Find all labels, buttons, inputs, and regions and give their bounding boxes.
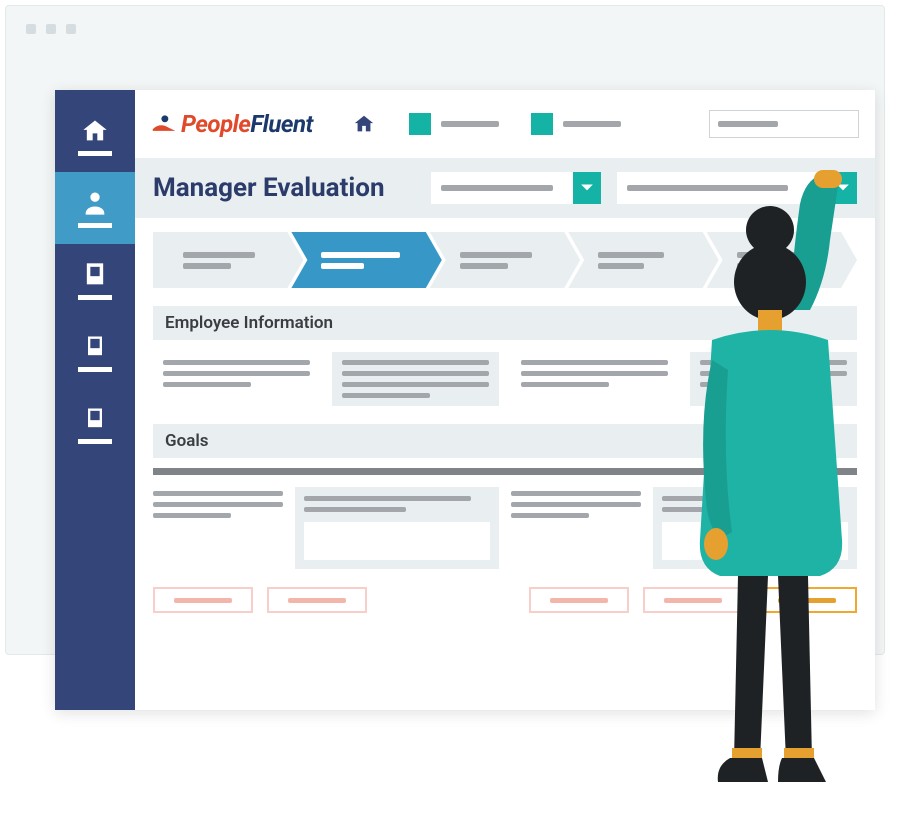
goal-card bbox=[295, 487, 499, 569]
square-icon bbox=[531, 113, 553, 135]
chevron-down-icon bbox=[829, 172, 857, 204]
sidebar-underline bbox=[78, 223, 112, 228]
placeholder-line bbox=[627, 185, 788, 191]
sidebar-item-home[interactable] bbox=[55, 100, 135, 172]
top-bar: PeopleFluent bbox=[135, 90, 875, 158]
sidebar-item-doc3[interactable] bbox=[55, 388, 135, 460]
page-title: Manager Evaluation bbox=[153, 173, 385, 203]
goal-card bbox=[653, 487, 857, 569]
sidebar-item-people[interactable] bbox=[55, 172, 135, 244]
sidebar-underline bbox=[78, 295, 112, 300]
logo-word-fluent: Fluent bbox=[250, 110, 312, 138]
main-panel: PeopleFluent Manager Evaluation bbox=[135, 90, 875, 710]
action-buttons bbox=[153, 587, 857, 613]
filter-select-2[interactable] bbox=[617, 172, 857, 204]
document-icon bbox=[81, 261, 109, 289]
sidebar bbox=[55, 90, 135, 710]
sidebar-underline bbox=[78, 151, 112, 156]
info-value bbox=[690, 352, 857, 406]
document-icon bbox=[81, 333, 109, 361]
info-label bbox=[153, 352, 320, 406]
square-icon bbox=[409, 113, 431, 135]
sidebar-underline bbox=[78, 439, 112, 444]
chevron-down-icon bbox=[573, 172, 601, 204]
goal-label bbox=[153, 487, 283, 569]
step-5[interactable] bbox=[707, 232, 857, 288]
content-area: Employee Information Goals bbox=[135, 218, 875, 613]
placeholder-line bbox=[441, 185, 553, 191]
document-icon bbox=[81, 405, 109, 433]
logo-text: PeopleFluent bbox=[181, 110, 313, 138]
person-icon bbox=[81, 189, 109, 217]
goals-grid bbox=[153, 487, 857, 569]
section-goals-heading: Goals bbox=[153, 424, 857, 458]
search-input[interactable] bbox=[709, 110, 859, 138]
sidebar-item-doc1[interactable] bbox=[55, 244, 135, 316]
goal-text-input[interactable] bbox=[304, 522, 490, 560]
info-label bbox=[511, 352, 678, 406]
top-nav-item-1[interactable] bbox=[409, 113, 499, 135]
section-employee-info-heading: Employee Information bbox=[153, 306, 857, 340]
home-icon bbox=[81, 117, 109, 145]
step-3[interactable] bbox=[430, 232, 580, 288]
placeholder-line bbox=[563, 121, 621, 127]
secondary-button-4[interactable] bbox=[643, 587, 743, 613]
info-value bbox=[332, 352, 499, 406]
goal-label bbox=[511, 487, 641, 569]
secondary-button-2[interactable] bbox=[267, 587, 367, 613]
progress-steps bbox=[153, 232, 857, 288]
employee-info-grid bbox=[153, 352, 857, 406]
section-divider bbox=[153, 468, 857, 475]
logo-word-people: People bbox=[181, 110, 250, 138]
primary-button[interactable] bbox=[757, 587, 857, 613]
step-2[interactable] bbox=[291, 232, 441, 288]
step-4[interactable] bbox=[568, 232, 718, 288]
window-controls bbox=[26, 24, 76, 34]
goal-text-input[interactable] bbox=[662, 522, 848, 560]
filter-select-1[interactable] bbox=[431, 172, 601, 204]
placeholder-line bbox=[441, 121, 499, 127]
sidebar-item-doc2[interactable] bbox=[55, 316, 135, 388]
placeholder-line bbox=[718, 121, 778, 127]
home-icon[interactable] bbox=[351, 113, 377, 135]
step-1[interactable] bbox=[153, 232, 303, 288]
secondary-button-3[interactable] bbox=[529, 587, 629, 613]
brand-logo: PeopleFluent bbox=[151, 110, 313, 138]
logo-mark-icon bbox=[151, 115, 177, 133]
app-window: PeopleFluent Manager Evaluation bbox=[55, 90, 875, 710]
title-bar: Manager Evaluation bbox=[135, 158, 875, 218]
top-nav-item-2[interactable] bbox=[531, 113, 621, 135]
sidebar-underline bbox=[78, 367, 112, 372]
secondary-button-1[interactable] bbox=[153, 587, 253, 613]
